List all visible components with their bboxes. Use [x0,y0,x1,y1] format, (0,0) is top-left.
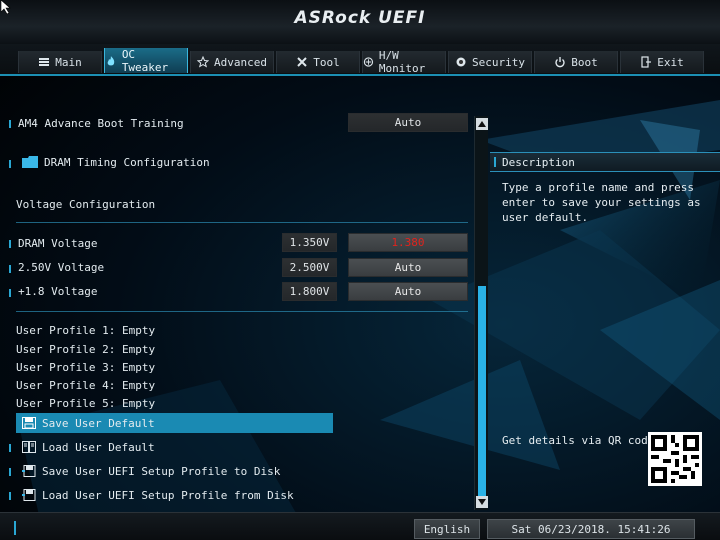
load-user-default-label: Load User Default [42,440,155,454]
tools-icon [297,57,307,67]
user-profile-4: User Profile 4: Empty [16,378,156,392]
tab-label: Advanced [214,55,267,69]
tab-label: Tool [313,55,340,69]
voltage-18-setting[interactable]: Auto [348,282,468,301]
qr-code-icon [648,432,702,486]
scroll-up-arrow-icon[interactable] [476,118,488,130]
footer-marker [14,521,16,535]
tab-tool[interactable]: Tool [276,51,360,73]
disk-load-icon [22,489,36,501]
dram-voltage-setting[interactable]: 1.380 [348,233,468,252]
dram-timing-item[interactable]: DRAM Timing Configuration [22,153,210,171]
description-text: Type a profile name and press enter to s… [502,180,714,225]
tab-advanced[interactable]: Advanced [190,51,274,73]
row-marker [9,120,11,128]
menu-icon [39,58,50,66]
language-button[interactable]: English [414,519,480,539]
flame-icon [107,55,115,65]
row-marker [9,468,11,476]
boot-training-value[interactable]: Auto [348,113,468,132]
scroll-down-arrow-icon[interactable] [476,496,488,508]
user-profile-2: User Profile 2: Empty [16,342,156,356]
save-profile-disk-label: Save User UEFI Setup Profile to Disk [42,464,281,478]
tab-boot[interactable]: Boot [534,51,618,73]
asrock-uefi-logo: ASRock UEFI [294,8,426,28]
divider [16,311,468,312]
tab-security[interactable]: Security [448,51,532,73]
tab-exit[interactable]: Exit [620,51,704,73]
row-marker [9,240,11,248]
user-profile-3: User Profile 3: Empty [16,360,156,374]
tab-main[interactable]: Main [18,51,102,73]
divider [16,222,468,223]
load-profile-disk-label: Load User UEFI Setup Profile from Disk [42,488,294,502]
tab-label: Security [472,55,525,69]
scrollbar[interactable] [474,116,488,510]
save-profile-disk-item[interactable]: Save User UEFI Setup Profile to Disk [22,462,280,480]
tab-label: Exit [657,55,684,69]
voltage-18-label: +1.8 Voltage [18,284,98,298]
disk-save-icon [22,465,36,477]
user-profile-5: User Profile 5: Empty [16,396,156,410]
dram-voltage-label: DRAM Voltage [18,236,98,250]
star-icon [197,56,209,68]
description-header: Description [490,152,720,172]
load-profile-disk-item[interactable]: Load User UEFI Setup Profile from Disk [22,486,294,504]
tab-bar: Main OC Tweaker Advanced Tool H/W Monito… [0,44,720,76]
voltage-250-setting[interactable]: Auto [348,258,468,277]
save-icon [22,417,36,429]
voltage-250-label: 2.50V Voltage [18,260,105,274]
load-user-default-item[interactable]: Load User Default [22,438,155,456]
tab-hw-monitor[interactable]: H/W Monitor [362,49,446,75]
tab-label: OC Tweaker [121,47,169,74]
user-profile-1: User Profile 1: Empty [16,323,156,337]
tab-oc-tweaker[interactable]: OC Tweaker [104,47,188,74]
footer-bar: English Sat 06/23/2018. 15:41:26 [0,512,720,540]
scrollbar-thumb[interactable] [478,286,486,496]
voltage-config-header: Voltage Configuration [16,197,156,211]
power-icon [555,57,565,68]
dram-timing-label: DRAM Timing Configuration [44,155,210,169]
book-icon [22,441,36,453]
title-bar: ASRock UEFI [0,0,720,44]
tab-label: Boot [571,55,598,69]
description-line: Type a profile name and press [502,181,695,194]
row-marker [9,160,11,168]
monitor-icon [363,57,374,67]
voltage-18-current: 1.800V [282,282,337,301]
tab-label: Main [55,55,82,69]
description-title: Description [502,155,575,169]
row-marker [9,289,11,297]
description-line: user default. [502,211,589,224]
qr-label: Get details via QR code [502,434,655,447]
save-user-default-label: Save User Default [42,416,155,430]
folder-icon [22,156,38,168]
header-marker [494,157,496,167]
row-marker [9,265,11,273]
tab-label: H/W Monitor [378,49,426,75]
boot-training-label: AM4 Advance Boot Training [18,116,184,130]
datetime-display: Sat 06/23/2018. 15:41:26 [487,519,695,539]
row-marker [9,492,11,500]
shield-icon [456,57,466,67]
exit-icon [641,56,652,68]
voltage-250-current: 2.500V [282,258,337,277]
row-marker [9,444,11,452]
save-user-default-item[interactable]: Save User Default [22,414,155,432]
description-line: enter to save your settings as [502,196,701,209]
dram-voltage-current: 1.350V [282,233,337,252]
